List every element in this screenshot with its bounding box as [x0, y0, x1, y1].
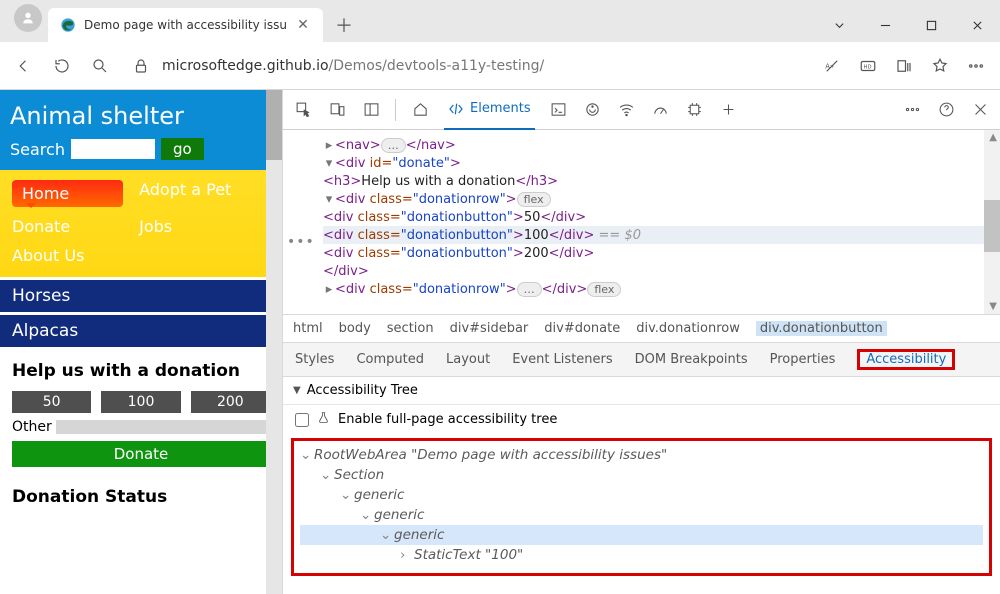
page-title: Animal shelter	[10, 102, 272, 130]
gutter-dots-icon: •••	[287, 234, 315, 250]
chevron-down-icon: ▼	[293, 385, 301, 396]
other-input[interactable]	[56, 420, 270, 434]
panel-icon[interactable]	[361, 100, 381, 120]
crumb[interactable]: html	[293, 321, 323, 336]
elements-tab[interactable]: Elements	[444, 90, 535, 130]
collections-icon[interactable]	[894, 56, 914, 76]
fullpage-tree-label: Enable full-page accessibility tree	[338, 412, 557, 427]
donation-status-heading: Donation Status	[12, 487, 270, 507]
donate-button[interactable]: Donate	[12, 441, 270, 467]
device-icon[interactable]	[327, 100, 347, 120]
fullpage-tree-checkbox[interactable]	[295, 413, 309, 427]
address-bar[interactable]: microsoftedge.github.io/Demos/devtools-a…	[128, 57, 804, 75]
tab-styles[interactable]: Styles	[295, 352, 334, 367]
new-tab-button[interactable]: ＋	[329, 10, 359, 40]
profile-avatar[interactable]	[14, 4, 42, 32]
crumb[interactable]: div.donationrow	[636, 321, 740, 336]
scroll-down-icon[interactable]: ▼	[989, 301, 997, 312]
donation-heading: Help us with a donation	[12, 361, 270, 381]
donation-amount-button[interactable]: 50	[12, 391, 91, 413]
nav-about[interactable]: About Us	[12, 246, 123, 265]
nav-jobs[interactable]: Jobs	[139, 217, 270, 236]
read-aloud-icon[interactable]: A»	[822, 56, 842, 76]
tab-layout[interactable]: Layout	[446, 352, 490, 367]
tab-computed[interactable]: Computed	[356, 352, 424, 367]
page-scrollbar[interactable]	[266, 90, 282, 594]
tab-properties[interactable]: Properties	[770, 352, 836, 367]
devtools-toolbar: Elements	[283, 90, 1000, 130]
dom-tree[interactable]: ▸<nav> … </nav> ▾<div id="donate"> <h3>H…	[283, 130, 1000, 304]
list-item[interactable]: Horses	[0, 277, 282, 312]
url-text: microsoftedge.github.io/Demos/devtools-a…	[162, 58, 544, 74]
svg-text:HD: HD	[864, 64, 872, 70]
welcome-icon[interactable]	[410, 100, 430, 120]
sources-icon[interactable]	[583, 100, 603, 120]
nav-adopt[interactable]: Adopt a Pet	[139, 180, 270, 207]
devtools-close-icon[interactable]	[970, 100, 990, 120]
flask-icon	[317, 411, 330, 428]
devtools-more-icon[interactable]	[902, 100, 922, 120]
window-close-icon[interactable]	[954, 8, 1000, 42]
crumb-selected[interactable]: div.donationbutton	[756, 321, 887, 336]
scroll-up-icon[interactable]: ▲	[989, 132, 997, 143]
nav-donate[interactable]: Donate	[12, 217, 123, 236]
browser-tab[interactable]: Demo page with accessibility issu ✕	[48, 8, 323, 42]
help-icon[interactable]	[936, 100, 956, 120]
tab-accessibility[interactable]: Accessibility	[860, 348, 952, 371]
dom-scrollbar-thumb[interactable]	[984, 200, 1000, 252]
memory-icon[interactable]	[685, 100, 705, 120]
crumb[interactable]: body	[339, 321, 371, 336]
tab-title: Demo page with accessibility issu	[84, 18, 287, 32]
devtools-panel: Elements ••• ▸<nav> … </nav> ▾<div id="d…	[282, 90, 1000, 594]
search-label: Search	[10, 140, 65, 159]
search-input[interactable]	[71, 139, 155, 159]
tab-close-icon[interactable]: ✕	[295, 17, 311, 33]
nav-home[interactable]: Home	[12, 180, 123, 207]
accessibility-tree[interactable]: ⌄RootWebArea "Demo page with accessibili…	[291, 438, 992, 576]
styles-tabs: Styles Computed Layout Event Listeners D…	[283, 342, 1000, 376]
donation-amount-button[interactable]: 200	[191, 391, 270, 413]
other-label: Other	[12, 419, 52, 435]
tab-dom-breakpoints[interactable]: DOM Breakpoints	[635, 352, 748, 367]
selected-dom-node[interactable]: <div class="donationbutton">100</div> ==…	[323, 226, 1000, 244]
lock-icon[interactable]	[132, 57, 150, 75]
window-minimize-icon[interactable]	[862, 8, 908, 42]
refresh-icon[interactable]	[52, 56, 72, 76]
crumb[interactable]: div#sidebar	[450, 321, 529, 336]
hd-icon[interactable]: HD	[858, 56, 878, 76]
window-maximize-icon[interactable]	[908, 8, 954, 42]
back-icon[interactable]	[14, 56, 34, 76]
edge-icon	[60, 17, 76, 33]
go-button[interactable]: go	[161, 138, 204, 160]
console-icon[interactable]	[549, 100, 569, 120]
tree-node-selected[interactable]: ⌄generic	[300, 525, 983, 545]
inspect-icon[interactable]	[293, 100, 313, 120]
crumb[interactable]: section	[387, 321, 434, 336]
performance-icon[interactable]	[651, 100, 671, 120]
crumb[interactable]: div#donate	[544, 321, 620, 336]
donation-amount-button[interactable]: 100	[101, 391, 180, 413]
browser-toolbar: microsoftedge.github.io/Demos/devtools-a…	[0, 42, 1000, 90]
list-item[interactable]: Alpacas	[0, 312, 282, 347]
tab-accessibility-highlight: Accessibility	[857, 349, 955, 370]
breadcrumb[interactable]: html body section div#sidebar div#donate…	[283, 314, 1000, 342]
more-tabs-icon[interactable]	[719, 100, 739, 120]
network-icon[interactable]	[617, 100, 637, 120]
webpage-viewport: Animal shelter Search go Home Adopt a Pe…	[0, 90, 282, 594]
page-scrollbar-thumb[interactable]	[266, 90, 282, 160]
browser-titlebar: Demo page with accessibility issu ✕ ＋	[0, 0, 1000, 42]
more-icon[interactable]	[966, 56, 986, 76]
search-icon[interactable]	[90, 56, 110, 76]
svg-text:A»: A»	[825, 62, 834, 70]
favorite-icon[interactable]	[930, 56, 950, 76]
main-nav: Home Adopt a Pet Donate Jobs About Us	[0, 170, 282, 277]
window-chevron-icon[interactable]	[816, 8, 862, 42]
tab-event-listeners[interactable]: Event Listeners	[512, 352, 612, 367]
accessibility-tree-header[interactable]: ▼ Accessibility Tree	[283, 376, 1000, 404]
